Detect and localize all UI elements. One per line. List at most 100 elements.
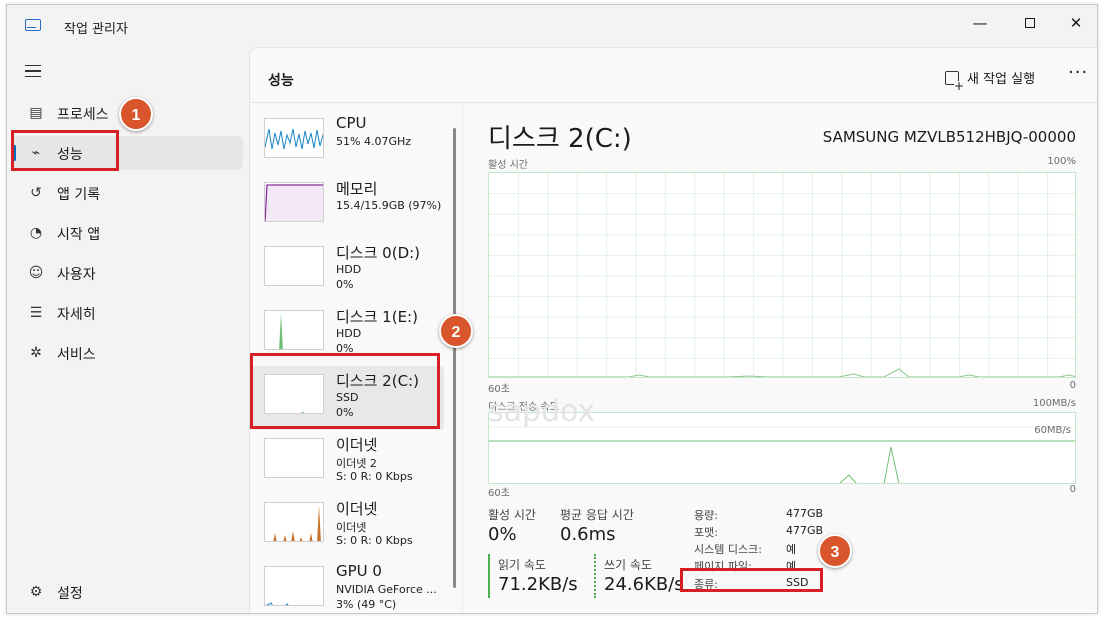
device-list-scrollbar[interactable] [453,128,456,588]
device-item-memory[interactable]: 메모리 15.4/15.9GB (97%) [252,174,444,238]
task-manager-app-icon [25,19,41,31]
maximize-button[interactable] [1007,9,1053,37]
sidebar-item-label: 시작 앱 [57,227,101,243]
highlight-box-disk-type [680,568,823,592]
details-icon: ☰ [29,305,43,321]
title-bar: 작업 관리자 — ✕ [7,5,1097,45]
transfer-rate-graph-window: 60초 [488,488,510,499]
performance-panel: 성능 새 작업 실행 ··· CPU 51% 4.07GHz 메모리 15.4/… [249,47,1097,613]
active-time-graph-max: 100% [1047,156,1076,167]
device-item-gpu-0[interactable]: GPU 0 NVIDIA GeForce ... 3% (49 °C) [252,558,444,613]
memory-thumbnail-graph [264,182,324,222]
close-button[interactable]: ✕ [1053,9,1097,37]
active-time-graph-min: 0 [1069,380,1076,391]
new-task-icon [945,71,964,91]
transfer-rate-graph-max: 100MB/s [1032,398,1076,409]
ethernet-2-thumbnail-graph [264,438,324,478]
run-new-task-label: 새 작업 실행 [967,72,1036,87]
device-item-ethernet-2[interactable]: 이더넷 이더넷 2 S: 0 R: 0 Kbps [252,430,444,494]
prop-system-disk-label: 시스템 디스크: [694,543,762,556]
write-speed-stat: 쓰기 속도 24.6KB/s [594,554,694,598]
prop-system-disk-value: 예 [786,543,797,556]
sidebar-item-label: 사용자 [57,267,96,283]
transfer-rate-reference-line: 60MB/s [1034,425,1071,436]
device-name: 디스크 0(D:) [336,244,421,262]
write-speed-value: 24.6KB/s [604,574,684,595]
active-time-stat-label: 활성 시간 [488,508,536,522]
device-name: 디스크 1(E:) [336,308,418,326]
active-time-graph-label: 활성 시간 [488,160,528,171]
cpu-thumbnail-graph [264,118,324,158]
list-divider [462,104,463,613]
more-options-button[interactable]: ··· [1068,62,1088,83]
disk-1-thumbnail-graph [264,310,324,350]
sidebar-item-startup-apps[interactable]: ◔ 시작 앱 [13,216,243,250]
minimize-button[interactable]: — [957,9,1003,37]
device-model: NVIDIA GeForce ... [336,583,437,596]
annotation-badge-1: 1 [119,97,153,131]
device-type: HDD [336,263,362,276]
device-item-ethernet[interactable]: 이더넷 이더넷 S: 0 R: 0 Kbps [252,494,444,558]
active-time-stat-value: 0% [488,524,517,545]
read-speed-label: 읽기 속도 [498,558,546,572]
sidebar-item-settings[interactable]: ⚙ 설정 [13,575,243,609]
sidebar-item-app-history[interactable]: ↺ 앱 기록 [13,176,243,210]
prop-format-value: 477GB [786,524,824,537]
ethernet-thumbnail-graph [264,502,324,542]
sidebar-item-details[interactable]: ☰ 자세히 [13,296,243,330]
disk-model: SAMSUNG MZVLB512HBJQ-00000 [822,128,1076,146]
active-time-graph-window: 60초 [488,384,510,395]
annotation-badge-3: 3 [818,534,852,568]
sidebar-item-users[interactable]: ☺ 사용자 [13,256,243,290]
sidebar-item-label: 자세히 [57,307,96,323]
run-new-task-button[interactable]: 새 작업 실행 [945,68,1036,91]
menu-toggle-button[interactable] [25,65,41,77]
device-usage: 0% [336,278,354,291]
write-speed-label: 쓰기 속도 [604,558,652,572]
device-name: GPU 0 [336,562,382,580]
device-name: 이더넷 [336,436,378,454]
device-item-disk-0[interactable]: 디스크 0(D:) HDD 0% [252,238,444,302]
prop-capacity-value: 477GB [786,507,824,520]
sidebar-item-label: 앱 기록 [57,187,101,203]
device-name: 이더넷 [336,500,378,518]
disk-detail-panel: 디스크 2(C:) SAMSUNG MZVLB512HBJQ-00000 활성 … [488,104,1088,613]
response-time-stat-value: 0.6ms [560,524,616,545]
device-usage: 3% (49 °C) [336,598,397,611]
read-speed-stat: 읽기 속도 71.2KB/s [488,554,588,598]
header-divider [250,102,1097,103]
gear-icon: ⚙ [29,584,43,600]
response-time-stat-label: 평균 응답 시간 [560,508,634,522]
page-title: 성능 [268,73,294,89]
sidebar-item-label: 서비스 [57,347,96,363]
device-throughput: S: 0 R: 0 Kbps [336,470,413,483]
processes-icon: ▤ [29,105,43,121]
transfer-rate-graph-min: 0 [1069,484,1076,495]
annotation-badge-2: 2 [439,314,473,348]
device-detail: 15.4/15.9GB (97%) [336,199,442,212]
active-time-graph [488,172,1076,378]
sidebar-item-label: 설정 [57,586,83,602]
startup-icon: ◔ [29,225,43,241]
device-adapter: 이더넷 2 [336,457,377,470]
device-name: CPU [336,114,367,132]
maximize-icon [1025,18,1035,28]
history-icon: ↺ [30,185,42,201]
disk-title: 디스크 2(C:) [488,124,632,154]
prop-capacity-label: 용량: [694,509,718,522]
watermark: sapdox [488,394,596,429]
device-throughput: S: 0 R: 0 Kbps [336,534,413,547]
gpu-thumbnail-graph [264,566,324,606]
disk-0-thumbnail-graph [264,246,324,286]
sidebar-item-services[interactable]: ✲ 서비스 [13,336,243,370]
prop-format-label: 포맷: [694,526,718,539]
device-name: 메모리 [336,180,378,198]
device-detail: 51% 4.07GHz [336,135,412,148]
device-item-cpu[interactable]: CPU 51% 4.07GHz [252,110,444,174]
highlight-box-performance [11,130,119,171]
sidebar-item-label: 프로세스 [57,107,109,123]
task-manager-window: 작업 관리자 — ✕ ▤ 프로세스 ⌁ 성능 ↺ 앱 기록 ◔ 시작 앱 ☺ 사… [6,4,1098,614]
device-adapter: 이더넷 [336,521,367,534]
users-icon: ☺ [28,265,44,281]
read-speed-value: 71.2KB/s [498,574,578,595]
